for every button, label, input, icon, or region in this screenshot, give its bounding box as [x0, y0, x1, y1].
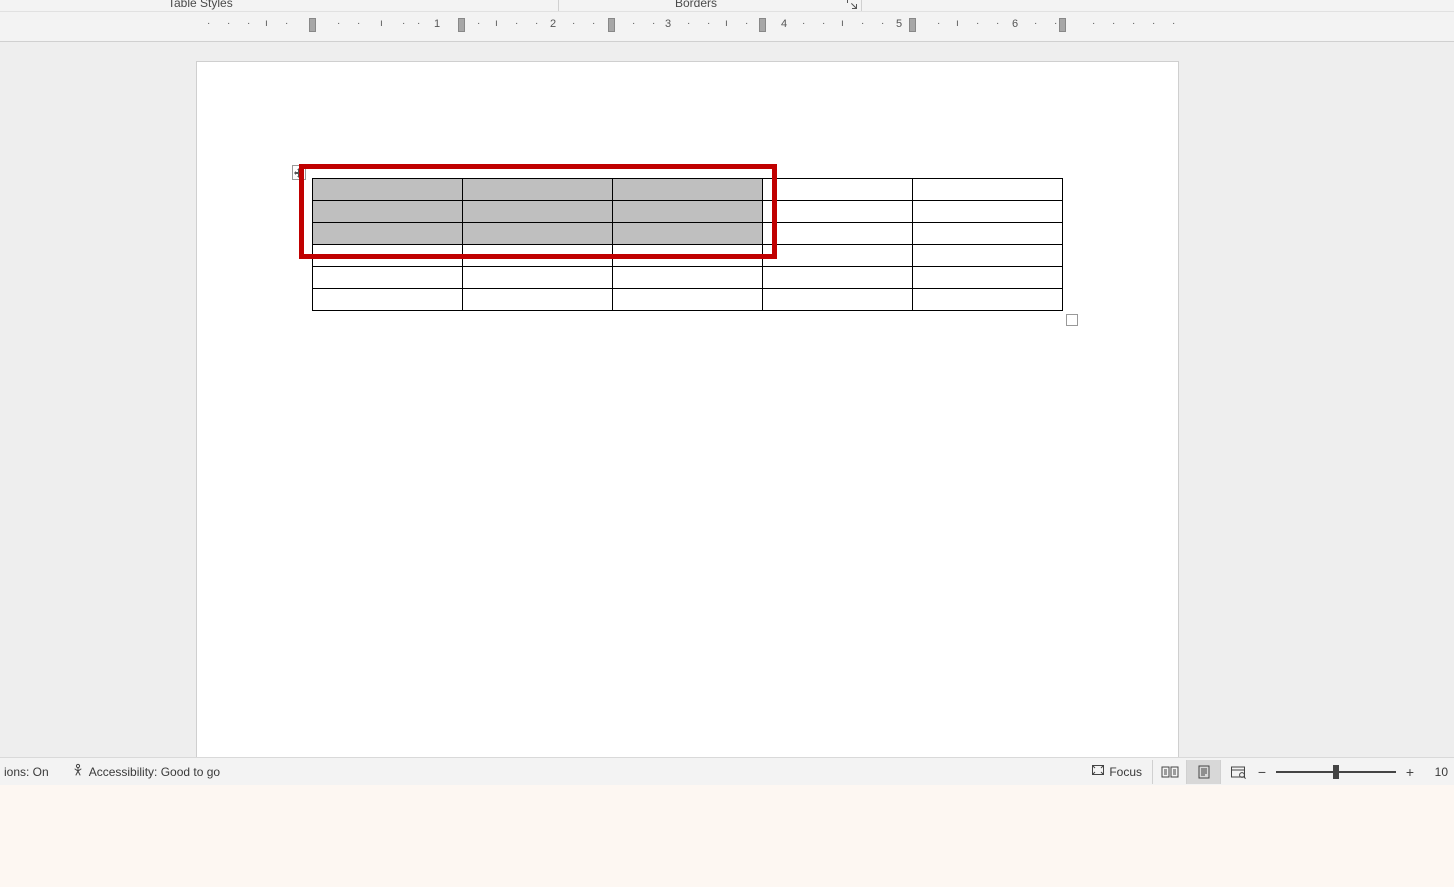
table-cell[interactable] — [463, 223, 613, 245]
ruler-column-marker[interactable] — [759, 18, 766, 32]
app-root: Table Styles Borders · · · ı · · · ı · ·… — [0, 0, 1454, 887]
table-cell[interactable] — [313, 267, 463, 289]
status-text-predictions[interactable]: ions: On — [0, 765, 53, 779]
table-row[interactable] — [313, 245, 1063, 267]
focus-mode-button[interactable]: Focus — [1087, 763, 1146, 780]
table-cell[interactable] — [613, 201, 763, 223]
status-accessibility[interactable]: Accessibility: Good to go — [67, 763, 224, 780]
focus-icon — [1091, 763, 1105, 780]
table-move-handle[interactable] — [292, 165, 306, 180]
table-cell[interactable] — [313, 223, 463, 245]
accessibility-icon — [71, 763, 85, 780]
zoom-in-button[interactable]: + — [1402, 764, 1418, 780]
table-cell[interactable] — [613, 223, 763, 245]
status-accessibility-label: Accessibility: Good to go — [89, 765, 220, 779]
table-row[interactable] — [313, 289, 1063, 311]
table-cell[interactable] — [313, 201, 463, 223]
horizontal-ruler[interactable]: · · · ı · · · ı · · 1 · ı · · 2 · · · · … — [0, 12, 1454, 42]
status-bar: ions: On Accessibility: Good to go Focus — [0, 757, 1454, 785]
table-cell[interactable] — [313, 179, 463, 201]
table-cell[interactable] — [913, 267, 1063, 289]
table-resize-handle[interactable] — [1066, 314, 1078, 326]
table-cell[interactable] — [763, 267, 913, 289]
table-cell[interactable] — [313, 245, 463, 267]
table-cell[interactable] — [763, 179, 913, 201]
ruler-column-marker[interactable] — [1059, 18, 1066, 32]
table-row[interactable] — [313, 267, 1063, 289]
table-cell[interactable] — [913, 223, 1063, 245]
table-cell[interactable] — [913, 179, 1063, 201]
web-layout-button[interactable] — [1220, 760, 1254, 784]
table-row[interactable] — [313, 223, 1063, 245]
ruler-column-marker[interactable] — [909, 18, 916, 32]
document-area[interactable] — [0, 42, 1454, 787]
print-layout-button[interactable] — [1186, 760, 1220, 784]
table-row[interactable] — [313, 179, 1063, 201]
table-cell[interactable] — [463, 179, 613, 201]
zoom-percentage[interactable]: 10 — [1418, 765, 1448, 779]
table-cell[interactable] — [463, 289, 613, 311]
focus-label: Focus — [1109, 765, 1142, 779]
zoom-out-button[interactable]: − — [1254, 764, 1270, 780]
table-cell[interactable] — [613, 267, 763, 289]
ruler-number: 3 — [665, 18, 671, 30]
zoom-slider-thumb[interactable] — [1333, 765, 1339, 779]
ruler-number: 4 — [781, 18, 787, 30]
table-cell[interactable] — [913, 201, 1063, 223]
ribbon-separator-2 — [861, 0, 862, 11]
table-cell[interactable] — [763, 223, 913, 245]
page[interactable] — [197, 62, 1178, 757]
ruler-number: 2 — [550, 18, 556, 30]
ruler-number: 5 — [896, 18, 902, 30]
table-cell[interactable] — [913, 245, 1063, 267]
table-cell[interactable] — [613, 245, 763, 267]
ribbon-group-labels: Table Styles Borders — [0, 0, 1454, 12]
table-cell[interactable] — [313, 289, 463, 311]
read-mode-button[interactable] — [1152, 760, 1186, 784]
ribbon-group-table-styles: Table Styles — [168, 0, 233, 10]
ruler-column-marker[interactable] — [458, 18, 465, 32]
ruler-number: 6 — [1012, 18, 1018, 30]
table-cell[interactable] — [763, 289, 913, 311]
status-predictions-label: ions: On — [4, 765, 49, 779]
zoom-slider[interactable] — [1276, 760, 1396, 784]
table-cell[interactable] — [613, 179, 763, 201]
table-row[interactable] — [313, 201, 1063, 223]
table-cell[interactable] — [913, 289, 1063, 311]
ribbon-group-borders: Borders — [675, 0, 717, 10]
table-cell[interactable] — [763, 201, 913, 223]
table-cell[interactable] — [463, 245, 613, 267]
ruler-column-marker[interactable] — [608, 18, 615, 32]
table-cell[interactable] — [613, 289, 763, 311]
ribbon-separator — [558, 0, 559, 11]
table-cell[interactable] — [463, 201, 613, 223]
ruler-column-marker[interactable] — [309, 18, 316, 32]
borders-dialog-launcher[interactable] — [846, 0, 858, 10]
table-cell[interactable] — [763, 245, 913, 267]
ruler-number: 1 — [434, 18, 440, 30]
table-cell[interactable] — [463, 267, 613, 289]
document-table[interactable] — [312, 178, 1063, 311]
window-padding — [0, 785, 1454, 887]
